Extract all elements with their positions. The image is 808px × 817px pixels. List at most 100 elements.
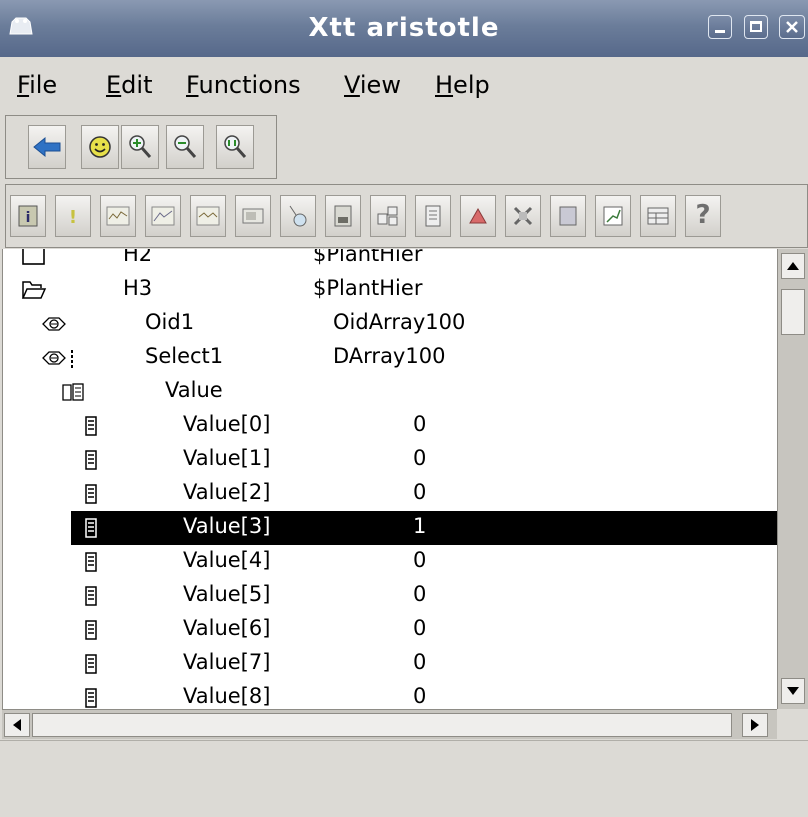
menu-functions-accel: F xyxy=(186,71,199,99)
tree-row[interactable]: Value[1] 0 xyxy=(3,443,778,477)
tree-row[interactable]: Select1 DArray100 xyxy=(3,341,778,375)
menu-edit-accel: E xyxy=(106,71,122,99)
tree-row[interactable]: Value[6] 0 xyxy=(3,613,778,647)
array-element-icon xyxy=(81,414,107,438)
minimize-button[interactable] xyxy=(708,15,732,39)
title-bar[interactable]: Xtt aristotle xyxy=(0,0,808,58)
close-icon xyxy=(786,21,798,33)
tree-row[interactable]: Value[7] 0 xyxy=(3,647,778,681)
navigation-toolbar xyxy=(5,115,277,179)
zoom-reset-button[interactable] xyxy=(216,125,254,169)
tree-row-value: 0 xyxy=(413,650,427,674)
table-button[interactable] xyxy=(640,195,676,237)
svg-text:i: i xyxy=(26,210,31,226)
horizontal-scroll-thumb[interactable] xyxy=(32,713,732,737)
menu-edit[interactable]: Edit xyxy=(106,71,152,99)
tree-row[interactable]: Value[0] 0 xyxy=(3,409,778,443)
tree-row-name: Value[0] xyxy=(183,412,271,436)
array-element-icon xyxy=(81,550,107,574)
scroll-left-button[interactable] xyxy=(4,713,30,737)
tree-row[interactable]: Value[8] 0 xyxy=(3,681,778,709)
object-tree[interactable]: H2 $PlantHier H3 $PlantHier Oid1 OidArray100 S… xyxy=(2,249,778,709)
object-icon xyxy=(334,205,352,227)
tree-row-value: 0 xyxy=(413,480,427,504)
menu-help-label: elp xyxy=(453,71,490,99)
open-button[interactable] xyxy=(550,195,586,237)
crossref-button[interactable] xyxy=(280,195,316,237)
history-button[interactable] xyxy=(595,195,631,237)
menu-help[interactable]: Help xyxy=(435,71,490,99)
object-button[interactable] xyxy=(325,195,361,237)
tree-row-name: Oid1 xyxy=(145,310,195,334)
scroll-right-button[interactable] xyxy=(742,713,768,737)
array-icon xyxy=(61,380,87,404)
zoom-reset-icon xyxy=(224,135,247,158)
tree-row-value: $PlantHier xyxy=(313,249,423,266)
tree-row[interactable]: H3 $PlantHier xyxy=(3,273,778,307)
maximize-button[interactable] xyxy=(744,15,768,39)
arrow-up-icon xyxy=(787,262,799,270)
graph-button[interactable] xyxy=(145,195,181,237)
table-icon xyxy=(647,207,669,225)
block-button[interactable] xyxy=(505,195,541,237)
alarm-button[interactable]: ! xyxy=(55,195,91,237)
display-button[interactable] xyxy=(235,195,271,237)
vertical-scrollbar[interactable] xyxy=(777,249,808,709)
tree-row-name: Value[2] xyxy=(183,480,271,504)
display-icon xyxy=(242,208,264,224)
block-icon xyxy=(513,206,533,226)
close-button[interactable] xyxy=(779,15,805,39)
tree-row[interactable]: Value[3] 1 xyxy=(71,511,778,545)
graph-icon xyxy=(151,206,175,226)
tree-row[interactable]: Value[4] 0 xyxy=(3,545,778,579)
array-element-icon xyxy=(81,618,107,642)
tree-row[interactable]: Oid1 OidArray100 xyxy=(3,307,778,341)
tree-row[interactable]: Value[5] 0 xyxy=(3,579,778,613)
open-icon xyxy=(559,206,577,226)
tree-row-value: 0 xyxy=(413,582,427,606)
arrow-down-icon xyxy=(787,687,799,695)
help-icon: ? xyxy=(695,200,711,230)
smiley-icon xyxy=(89,136,111,158)
minimize-icon xyxy=(715,30,725,33)
menu-help-accel: H xyxy=(435,71,454,99)
tree-row-value: $PlantHier xyxy=(313,276,423,300)
info-button[interactable]: i xyxy=(10,195,46,237)
alarm-icon: ! xyxy=(69,207,77,228)
menu-functions[interactable]: Functions xyxy=(186,71,301,99)
arrow-left-icon xyxy=(13,719,21,731)
tree-row[interactable]: Value[2] 0 xyxy=(3,477,778,511)
trend-button[interactable] xyxy=(100,195,136,237)
tree-row-name: H2 xyxy=(123,249,153,266)
crossref-icon xyxy=(289,205,307,227)
folder-open-icon xyxy=(21,278,47,302)
tree-row-value: 0 xyxy=(413,684,427,708)
help-button[interactable]: ? xyxy=(685,195,721,237)
scroll-up-button[interactable] xyxy=(781,253,805,279)
tree-row-value: 0 xyxy=(413,412,427,436)
back-button[interactable] xyxy=(28,125,66,169)
menu-file[interactable]: File xyxy=(17,71,57,99)
zoom-out-button[interactable] xyxy=(166,125,204,169)
array-element-icon xyxy=(81,584,107,608)
menu-view[interactable]: View xyxy=(344,71,401,99)
classgraph-button[interactable] xyxy=(370,195,406,237)
back-arrow-icon xyxy=(33,136,61,158)
zoom-in-button[interactable] xyxy=(121,125,159,169)
horizontal-scrollbar[interactable] xyxy=(2,709,777,739)
document-button[interactable] xyxy=(415,195,451,237)
trend2-button[interactable] xyxy=(190,195,226,237)
smiley-button[interactable] xyxy=(81,125,119,169)
tree-row-value: OidArray100 xyxy=(333,310,466,334)
vertical-scroll-thumb[interactable] xyxy=(781,289,805,335)
scroll-down-button[interactable] xyxy=(781,678,805,704)
tree-row[interactable]: Value xyxy=(3,375,778,409)
window-title: Xtt aristotle xyxy=(308,13,500,43)
warning-button[interactable] xyxy=(460,195,496,237)
array-element-icon xyxy=(81,652,107,676)
tree-row-name: Value xyxy=(165,378,223,402)
array-element-icon xyxy=(81,448,107,472)
tree-row-value: 0 xyxy=(413,446,427,470)
tree-row[interactable]: H2 $PlantHier xyxy=(3,249,778,273)
menu-functions-label: unctions xyxy=(198,71,301,99)
